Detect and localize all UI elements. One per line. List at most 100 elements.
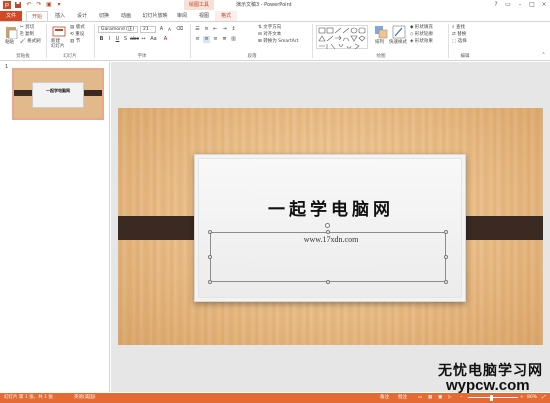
slide-subtitle-url[interactable]: www.17xdn.com xyxy=(195,235,467,244)
paste-button[interactable]: 粘贴 xyxy=(5,40,14,46)
quick-styles-icon[interactable] xyxy=(392,25,406,39)
minimize-button[interactable]: – xyxy=(514,0,526,10)
font-color-icon[interactable]: A xyxy=(162,36,169,43)
resize-handle[interactable] xyxy=(326,230,330,234)
language-status[interactable]: 英语(美国) xyxy=(74,393,96,403)
increase-indent-icon[interactable]: ⇥ xyxy=(221,26,228,33)
start-from-beginning-icon[interactable]: ▣ xyxy=(45,1,53,9)
resize-handle[interactable] xyxy=(208,280,212,284)
font-size-field[interactable]: 21 xyxy=(140,26,156,33)
underline-icon[interactable]: U xyxy=(114,36,121,43)
align-center-icon[interactable]: ≡ xyxy=(203,36,210,43)
justify-icon[interactable]: ≣ xyxy=(221,36,228,43)
find-button[interactable]: ⌕ 查找 xyxy=(452,25,465,31)
tab-insert[interactable]: 插入 xyxy=(50,11,70,21)
slide[interactable]: 一起学电脑网 www.17xdn.com xyxy=(118,108,543,345)
italic-icon[interactable]: I xyxy=(106,36,113,43)
char-spacing-icon[interactable]: ↔ xyxy=(140,36,147,43)
select-button[interactable]: ⬚ 选择 xyxy=(452,39,467,45)
tab-format[interactable]: 格式 xyxy=(215,11,237,21)
quick-styles-button[interactable]: 快速样式 xyxy=(389,40,407,46)
slide-title[interactable]: 一起学电脑网 xyxy=(195,195,467,220)
replace-button[interactable]: ⇄ 替换 xyxy=(452,32,466,38)
copy-button[interactable]: ⎘ 复制 xyxy=(20,32,34,38)
arrange-icon[interactable] xyxy=(374,25,388,39)
comments-button[interactable]: 批注 xyxy=(398,393,407,403)
ribbon-tabs: 文件 开始 插入 设计 切换 动画 幻灯片放映 审阅 视图 格式 xyxy=(0,11,550,21)
resize-handle[interactable] xyxy=(326,280,330,284)
slide-sorter-icon[interactable]: ▦ xyxy=(428,393,432,403)
zoom-level[interactable]: 80% xyxy=(527,393,537,403)
slide-thumbnail[interactable]: 一起学电脑网 xyxy=(12,68,104,120)
resize-handle[interactable] xyxy=(444,230,448,234)
close-button[interactable]: × xyxy=(538,0,550,10)
strikethrough-icon[interactable]: abc xyxy=(130,36,139,43)
decrease-indent-icon[interactable]: ⇤ xyxy=(212,26,219,33)
resize-handle[interactable] xyxy=(208,255,212,259)
bold-icon[interactable]: B xyxy=(98,36,105,43)
tab-file[interactable]: 文件 xyxy=(0,11,22,21)
decrease-font-icon[interactable]: A xyxy=(166,26,173,33)
resize-handle[interactable] xyxy=(208,230,212,234)
rotate-handle-icon[interactable] xyxy=(325,223,330,228)
ribbon-display-icon[interactable]: ▭ xyxy=(502,0,514,10)
tab-design[interactable]: 设计 xyxy=(72,11,92,21)
maximize-button[interactable]: □ xyxy=(526,0,538,10)
cut-button[interactable]: ✂ 剪切 xyxy=(20,25,34,31)
shapes-gallery[interactable] xyxy=(316,25,368,50)
normal-view-icon[interactable]: ▭ xyxy=(418,393,422,403)
tab-view[interactable]: 视图 xyxy=(194,11,214,21)
columns-icon[interactable]: ▥ xyxy=(230,36,237,43)
paste-icon[interactable] xyxy=(4,25,18,40)
numbering-icon[interactable]: ≡ xyxy=(203,26,210,33)
shape-outline-button[interactable]: ◇ 形状轮廓 xyxy=(410,32,433,38)
zoom-out-icon[interactable]: – xyxy=(460,393,462,403)
tab-home[interactable]: 开始 xyxy=(26,11,48,21)
zoom-slider[interactable] xyxy=(468,397,518,398)
convert-smartart-button[interactable]: ⊞ 转换为 SmartArt xyxy=(258,39,298,45)
undo-icon[interactable]: ↶ xyxy=(25,1,33,9)
shape-fill-button[interactable]: ◆ 形状填充 xyxy=(410,25,433,31)
reset-button[interactable]: ⟲ 重设 xyxy=(70,32,84,38)
clear-format-icon[interactable]: ⌫ xyxy=(176,26,183,33)
align-left-icon[interactable]: ≡ xyxy=(194,36,201,43)
zoom-in-icon[interactable]: + xyxy=(520,393,524,403)
new-slide-icon[interactable] xyxy=(52,25,66,39)
smartart-icon: ⊞ xyxy=(258,39,262,44)
new-slide-button[interactable]: 新建 幻灯片 xyxy=(51,39,65,49)
tab-slideshow[interactable]: 幻灯片放映 xyxy=(138,11,172,21)
shadow-icon[interactable]: S xyxy=(122,36,129,43)
resize-handle[interactable] xyxy=(444,255,448,259)
shape-effects-button[interactable]: ◈ 形状效果 xyxy=(410,39,433,45)
reading-view-icon[interactable]: ▣ xyxy=(438,393,442,403)
slideshow-view-icon[interactable]: ▷ xyxy=(448,393,451,403)
find-label: 查找 xyxy=(455,25,465,30)
arrange-button[interactable]: 排列 xyxy=(375,40,384,46)
change-case-icon[interactable]: Aa xyxy=(150,36,157,43)
increase-font-icon[interactable]: A xyxy=(158,26,165,33)
customize-qat-icon[interactable]: ▾ xyxy=(55,1,63,9)
fit-slide-icon[interactable]: ⤢ xyxy=(542,393,546,403)
svg-text:P: P xyxy=(5,4,9,10)
tab-review[interactable]: 审阅 xyxy=(172,11,192,21)
zoom-slider-thumb[interactable] xyxy=(490,395,493,401)
align-right-icon[interactable]: ≡ xyxy=(212,36,219,43)
ribbon-separator xyxy=(46,24,47,58)
tab-animations[interactable]: 动画 xyxy=(116,11,136,21)
text-direction-button[interactable]: ⇅ 文字方向 xyxy=(258,25,281,31)
section-button[interactable]: ▥ 节 xyxy=(70,39,80,45)
format-painter-button[interactable]: 🖌 格式刷 xyxy=(20,39,41,45)
align-text-button[interactable]: ⊟ 对齐文本 xyxy=(258,32,281,38)
bullets-icon[interactable]: ☰ xyxy=(194,26,201,33)
save-icon[interactable] xyxy=(14,1,22,9)
font-name-field[interactable]: Garamond (正) xyxy=(98,26,138,33)
help-icon[interactable]: ? xyxy=(490,0,502,10)
layout-label: 版式 xyxy=(75,25,85,30)
collapse-ribbon-icon[interactable]: ⌃ xyxy=(540,52,547,59)
line-spacing-icon[interactable]: ↕ xyxy=(230,26,237,33)
tab-transitions[interactable]: 切换 xyxy=(94,11,114,21)
notes-button[interactable]: 备注 xyxy=(380,393,389,403)
layout-button[interactable]: ▤ 版式 xyxy=(70,25,85,31)
redo-icon[interactable]: ↷ xyxy=(35,1,43,9)
resize-handle[interactable] xyxy=(444,280,448,284)
